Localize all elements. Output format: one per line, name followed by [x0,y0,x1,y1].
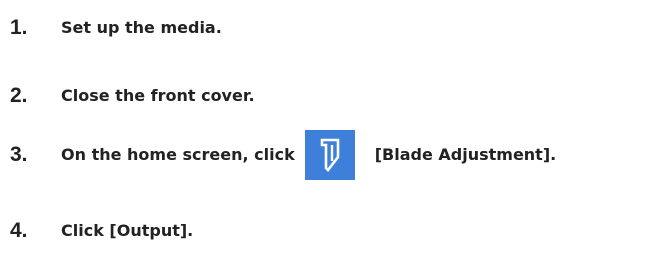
step-number: 2. [10,84,28,107]
step-text: Click [Output]. [61,221,194,240]
step-text: Close the front cover. [61,86,255,105]
step-text-after: [Blade Adjustment]. [374,145,557,164]
step-text: Set up the media. [61,18,222,37]
step-number: 4. [10,219,28,242]
step-text: On the home screen, click [Blade Adjustm… [61,130,556,180]
step-number: 1. [10,16,28,39]
step-number: 3. [10,143,28,166]
step-text-before: On the home screen, click [61,145,295,164]
blade-adjustment-icon[interactable] [304,130,355,180]
